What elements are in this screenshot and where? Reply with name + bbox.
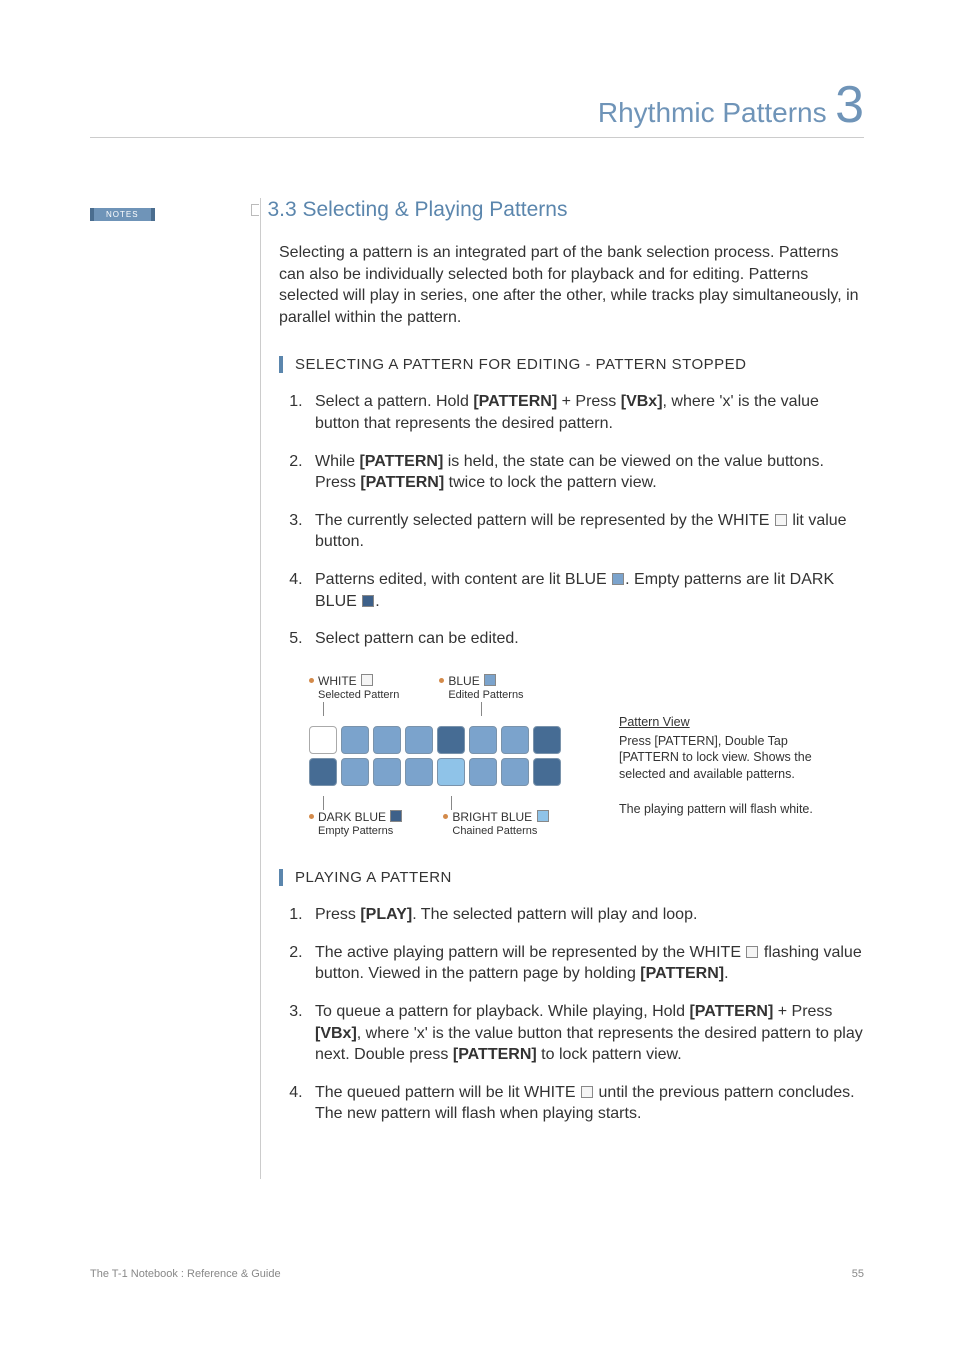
step-item: Press [PLAY]. The selected pattern will … [307, 904, 864, 926]
pad [437, 758, 465, 786]
section-intro: Selecting a pattern is an integrated par… [279, 242, 864, 328]
swatch-blue-icon [484, 674, 496, 686]
step-item: Select a pattern. Hold [PATTERN] + Press… [307, 391, 864, 434]
pad [469, 726, 497, 754]
pad [501, 726, 529, 754]
subheading-playing: PLAYING A PATTERN [279, 869, 864, 886]
pad [341, 758, 369, 786]
pad [309, 726, 337, 754]
step-item: To queue a pattern for playback. While p… [307, 1001, 864, 1066]
swatch-white-icon [746, 946, 758, 958]
step-item: Select pattern can be edited. [307, 628, 864, 650]
pad [533, 726, 561, 754]
swatch-white-icon [361, 674, 373, 686]
legend-brightblue: BRIGHT BLUE Chained Patterns [443, 810, 549, 839]
subheading-selecting: SELECTING A PATTERN FOR EDITING - PATTER… [279, 356, 864, 373]
page-footer: The T-1 Notebook : Reference & Guide 55 [90, 1268, 864, 1280]
pad [405, 758, 433, 786]
chapter-number: 3 [835, 85, 864, 127]
legend-white: WHITE Selected Pattern [309, 674, 399, 703]
pad-grid [309, 726, 589, 786]
step-item: The currently selected pattern will be r… [307, 510, 864, 553]
bullet-icon [439, 678, 444, 683]
pad [501, 758, 529, 786]
swatch-white-icon [775, 514, 787, 526]
page-number: 55 [852, 1268, 864, 1280]
diagram-side-text: Pattern View Press [PATTERN], Double Tap… [619, 674, 829, 836]
pattern-diagram: WHITE Selected Pattern BLUE Edited Patte… [309, 674, 864, 840]
legend-darkblue: DARK BLUE Empty Patterns [309, 810, 403, 839]
pad [373, 726, 401, 754]
swatch-blue-icon [612, 573, 624, 585]
steps-playing: Press [PLAY]. The selected pattern will … [279, 904, 864, 1125]
notes-badge: NOTES [90, 208, 155, 221]
chapter-header: Rhythmic Patterns 3 [90, 85, 864, 138]
step-item: Patterns edited, with content are lit BL… [307, 569, 864, 612]
chapter-title: Rhythmic Patterns [598, 97, 827, 129]
swatch-darkblue-icon [362, 595, 374, 607]
section-tick-icon [251, 204, 259, 216]
steps-selecting: Select a pattern. Hold [PATTERN] + Press… [279, 391, 864, 649]
pad [533, 758, 561, 786]
bullet-icon [309, 814, 314, 819]
step-item: While [PATTERN] is held, the state can b… [307, 451, 864, 494]
swatch-darkblue-icon [390, 810, 402, 822]
pad [437, 726, 465, 754]
bullet-icon [443, 814, 448, 819]
pad [469, 758, 497, 786]
footer-title: The T-1 Notebook : Reference & Guide [90, 1268, 281, 1280]
legend-blue: BLUE Edited Patterns [439, 674, 523, 703]
section-heading: 3.3 Selecting & Playing Patterns [267, 198, 567, 221]
swatch-white-icon [581, 1086, 593, 1098]
step-item: The active playing pattern will be repre… [307, 942, 864, 985]
pad [309, 758, 337, 786]
step-item: The queued pattern will be lit WHITE unt… [307, 1082, 864, 1125]
bullet-icon [309, 678, 314, 683]
pad [405, 726, 433, 754]
pad [341, 726, 369, 754]
swatch-brightblue-icon [537, 810, 549, 822]
pad [373, 758, 401, 786]
